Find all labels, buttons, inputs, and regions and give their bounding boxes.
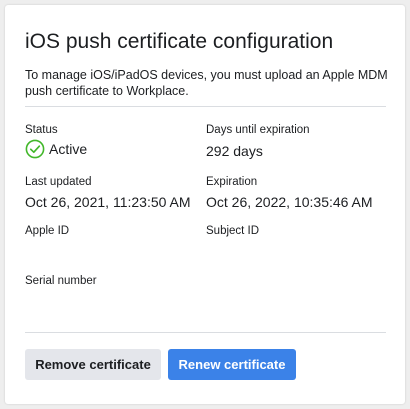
subject-id-label: Subject ID bbox=[206, 225, 260, 237]
status-value: Active bbox=[49, 141, 88, 157]
renew-certificate-button[interactable]: Renew certificate bbox=[168, 349, 296, 380]
page-description: To manage iOS/iPadOS devices, you must u… bbox=[25, 68, 388, 98]
status-label: Status bbox=[25, 124, 58, 136]
divider-bottom bbox=[25, 332, 386, 333]
days-until-expiration-label: Days until expiration bbox=[206, 124, 310, 136]
last-updated-value: Oct 26, 2021, 11:23:50 AM bbox=[25, 194, 191, 210]
days-until-expiration-value: 292 days bbox=[206, 143, 263, 159]
status-value-group: Active bbox=[25, 139, 87, 159]
page-title: iOS push certificate configuration bbox=[25, 30, 334, 53]
expiration-label: Expiration bbox=[206, 176, 258, 188]
check-circle-icon bbox=[25, 139, 45, 159]
divider-top bbox=[25, 106, 386, 107]
apple-id-label: Apple ID bbox=[25, 225, 70, 237]
certificate-card: iOS push certificate configuration To ma… bbox=[5, 5, 405, 404]
last-updated-label: Last updated bbox=[25, 176, 92, 188]
remove-certificate-button[interactable]: Remove certificate bbox=[25, 349, 161, 380]
expiration-value: Oct 26, 2022, 10:35:46 AM bbox=[206, 194, 373, 210]
serial-number-label: Serial number bbox=[25, 275, 97, 287]
